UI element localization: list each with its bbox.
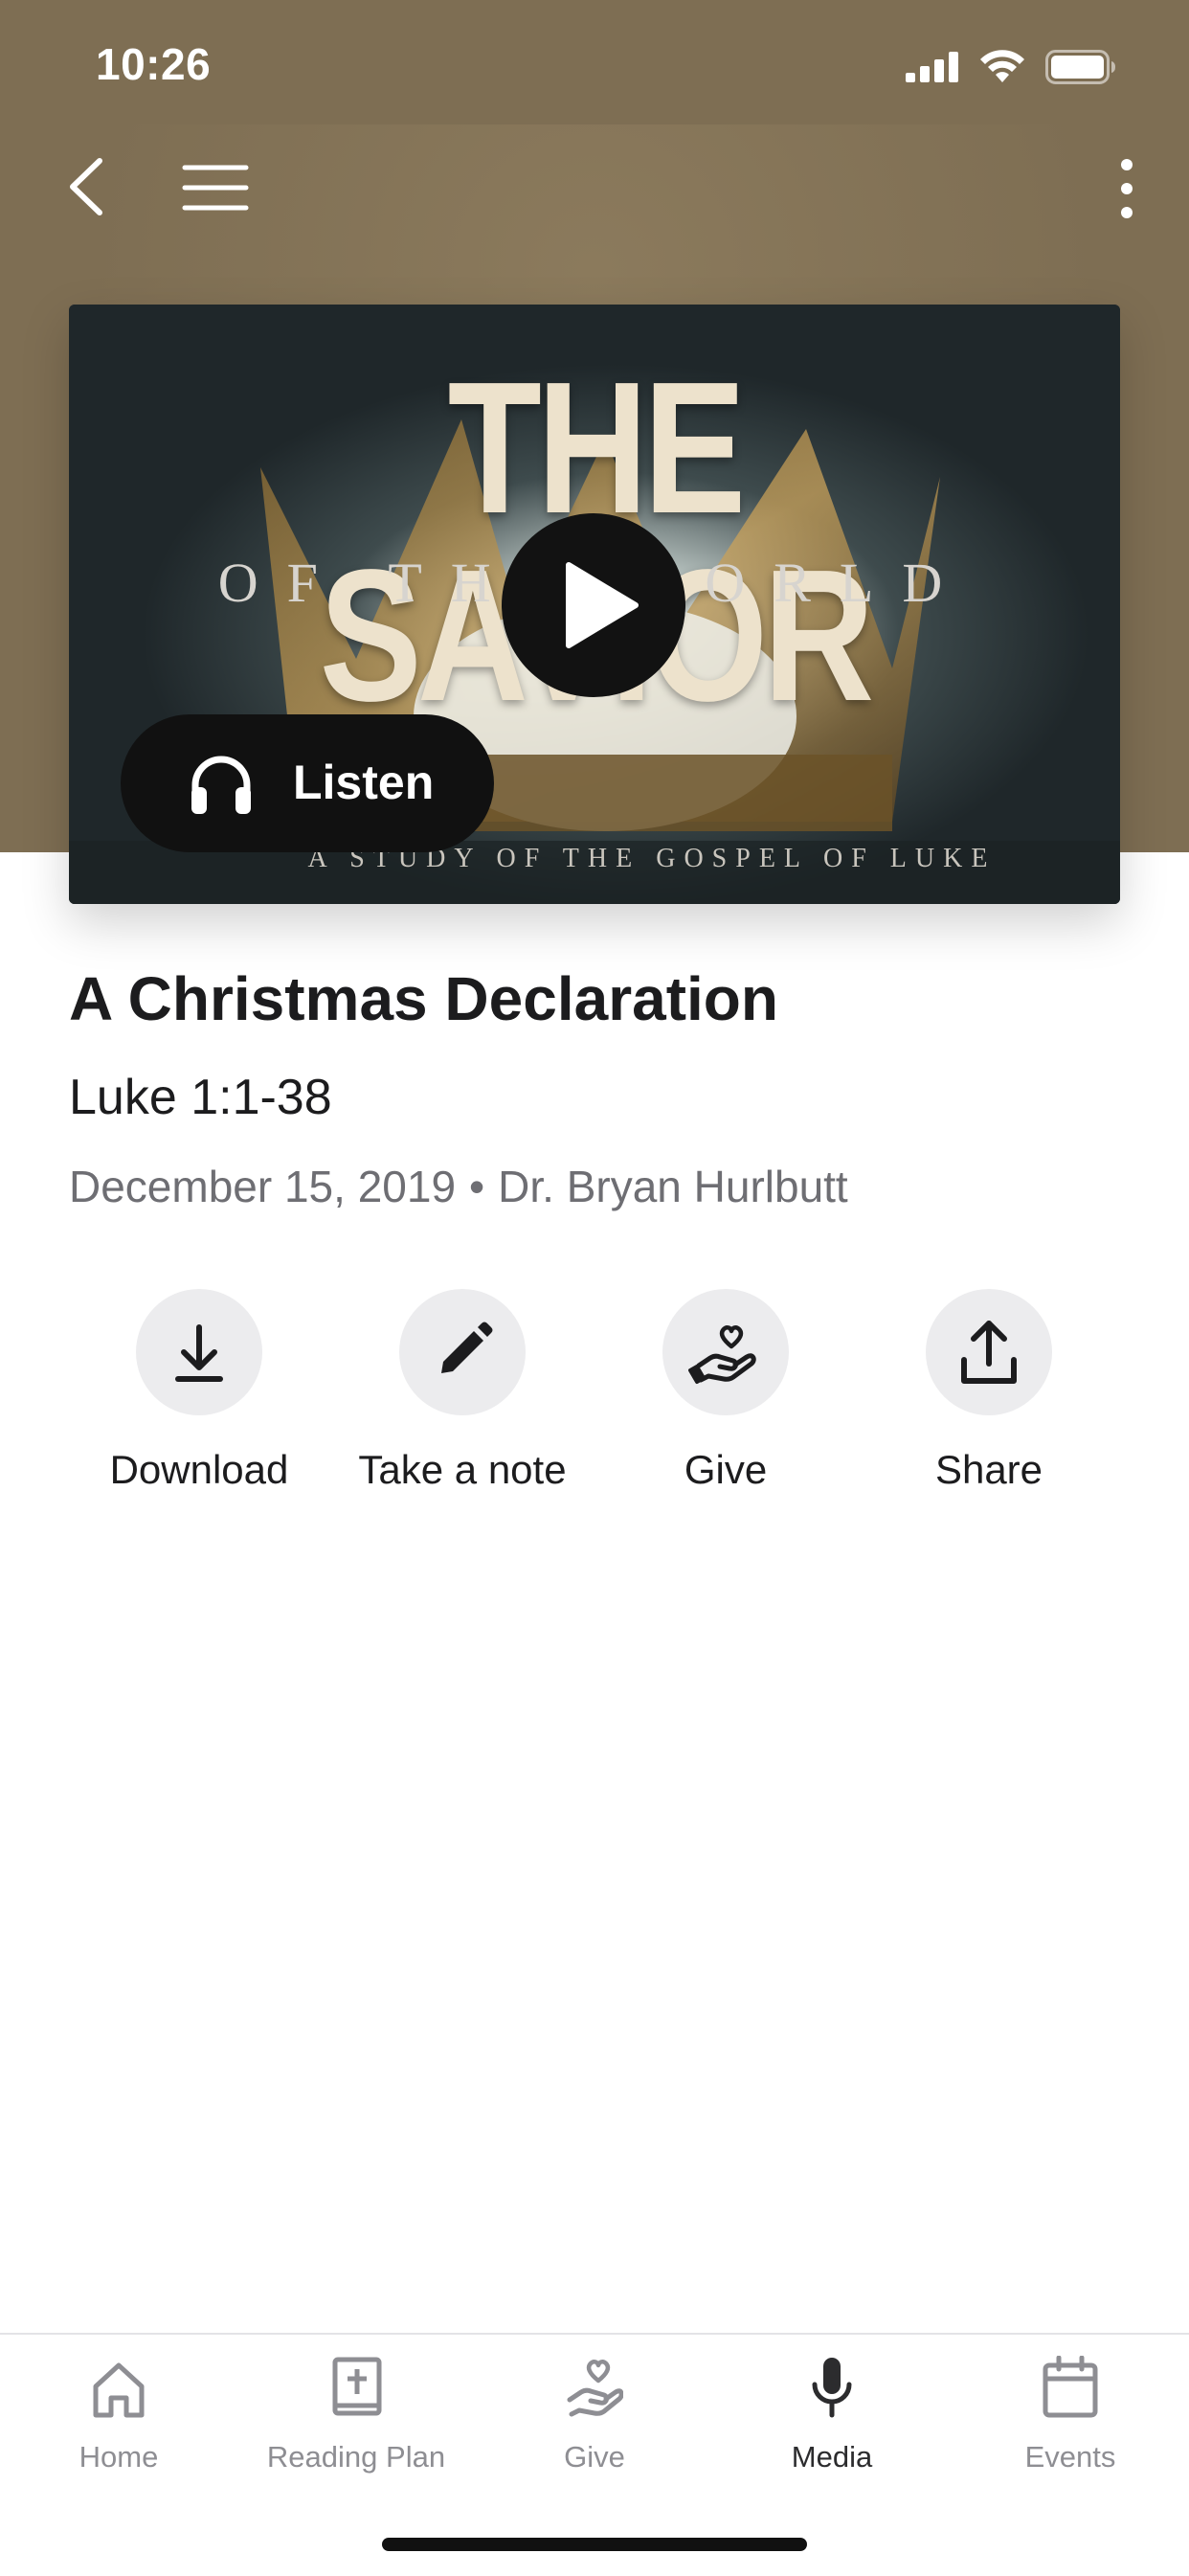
listen-button[interactable]: Listen xyxy=(121,714,494,852)
tab-events[interactable]: Events xyxy=(952,2356,1189,2499)
download-circle[interactable] xyxy=(136,1289,262,1415)
give-label: Give xyxy=(684,1447,768,1492)
microphone-icon xyxy=(812,2358,852,2418)
home-indicator[interactable] xyxy=(382,2538,807,2551)
status-bar: 10:26 xyxy=(0,0,1189,126)
take-note-label: Take a note xyxy=(358,1447,567,1492)
take-note-circle[interactable] xyxy=(399,1289,526,1415)
tab-give[interactable]: Give xyxy=(476,2356,713,2499)
more-options-button[interactable] xyxy=(1112,155,1141,222)
tab-home[interactable]: Home xyxy=(0,2356,237,2499)
tab-media-label: Media xyxy=(791,2440,873,2474)
heart-hand-icon xyxy=(688,1325,756,1385)
download-button[interactable]: Download xyxy=(75,1289,324,1509)
sermon-title: A Christmas Declaration xyxy=(69,964,778,1033)
battery-icon xyxy=(1045,50,1115,84)
status-time: 10:26 xyxy=(96,39,212,89)
listen-label: Listen xyxy=(293,756,435,809)
tab-home-label: Home xyxy=(79,2440,159,2474)
tab-events-label: Events xyxy=(1024,2440,1116,2474)
share-button[interactable]: Share xyxy=(864,1289,1113,1509)
back-button[interactable] xyxy=(59,153,117,220)
tab-reading-plan-label: Reading Plan xyxy=(266,2440,446,2474)
share-circle[interactable] xyxy=(926,1289,1052,1415)
headphones-icon xyxy=(191,756,251,814)
pencil-icon xyxy=(441,1322,493,1373)
take-note-button[interactable]: Take a note xyxy=(338,1289,587,1509)
sermon-meta: December 15, 2019 • Dr. Bryan Hurlbutt xyxy=(69,1163,848,1211)
download-label: Download xyxy=(109,1447,289,1492)
meta-separator: • xyxy=(469,1162,485,1211)
heart-hand-icon xyxy=(567,2360,623,2417)
tab-reading-plan[interactable]: Reading Plan xyxy=(237,2356,475,2499)
scripture-reference: Luke 1:1-38 xyxy=(69,1070,332,1125)
home-icon xyxy=(93,2362,145,2418)
calendar-icon xyxy=(1043,2356,1098,2418)
share-label: Share xyxy=(934,1447,1043,1492)
share-icon xyxy=(961,1321,1017,1384)
play-button[interactable] xyxy=(502,513,685,697)
menu-button[interactable] xyxy=(182,163,249,213)
tab-give-label: Give xyxy=(564,2440,625,2474)
play-icon xyxy=(566,562,639,648)
give-circle[interactable] xyxy=(662,1289,789,1415)
status-icons xyxy=(906,48,1145,86)
cellular-signal-icon xyxy=(906,52,958,82)
sermon-speaker: Dr. Bryan Hurlbutt xyxy=(498,1162,848,1211)
wifi-icon xyxy=(980,50,1024,82)
bible-icon xyxy=(332,2357,382,2416)
download-icon xyxy=(175,1324,223,1382)
give-button[interactable]: Give xyxy=(601,1289,850,1509)
sermon-date: December 15, 2019 xyxy=(69,1162,457,1211)
tab-media[interactable]: Media xyxy=(713,2356,951,2499)
